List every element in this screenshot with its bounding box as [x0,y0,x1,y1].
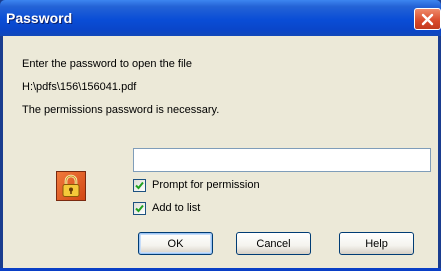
password-input[interactable] [133,148,431,172]
file-path: H:\pdfs\156\156041.pdf [22,81,137,93]
title-bar[interactable]: Password [0,0,441,36]
permissions-message: The permissions password is necessary. [22,104,220,116]
ok-button[interactable]: OK [138,232,213,255]
add-to-list-label[interactable]: Add to list [152,202,200,214]
prompt-for-permission-label[interactable]: Prompt for permission [152,179,260,191]
checkmark-icon [135,204,144,213]
close-icon [421,13,434,25]
prompt-for-permission-checkbox[interactable] [133,179,146,192]
lock-icon [56,171,86,201]
cancel-button[interactable]: Cancel [236,232,311,255]
checkmark-icon [135,181,144,190]
add-to-list-checkbox[interactable] [133,202,146,215]
help-button[interactable]: Help [339,232,414,255]
dialog-title: Password [6,10,73,26]
close-button[interactable] [414,8,441,30]
prompt-message: Enter the password to open the file [22,58,192,70]
